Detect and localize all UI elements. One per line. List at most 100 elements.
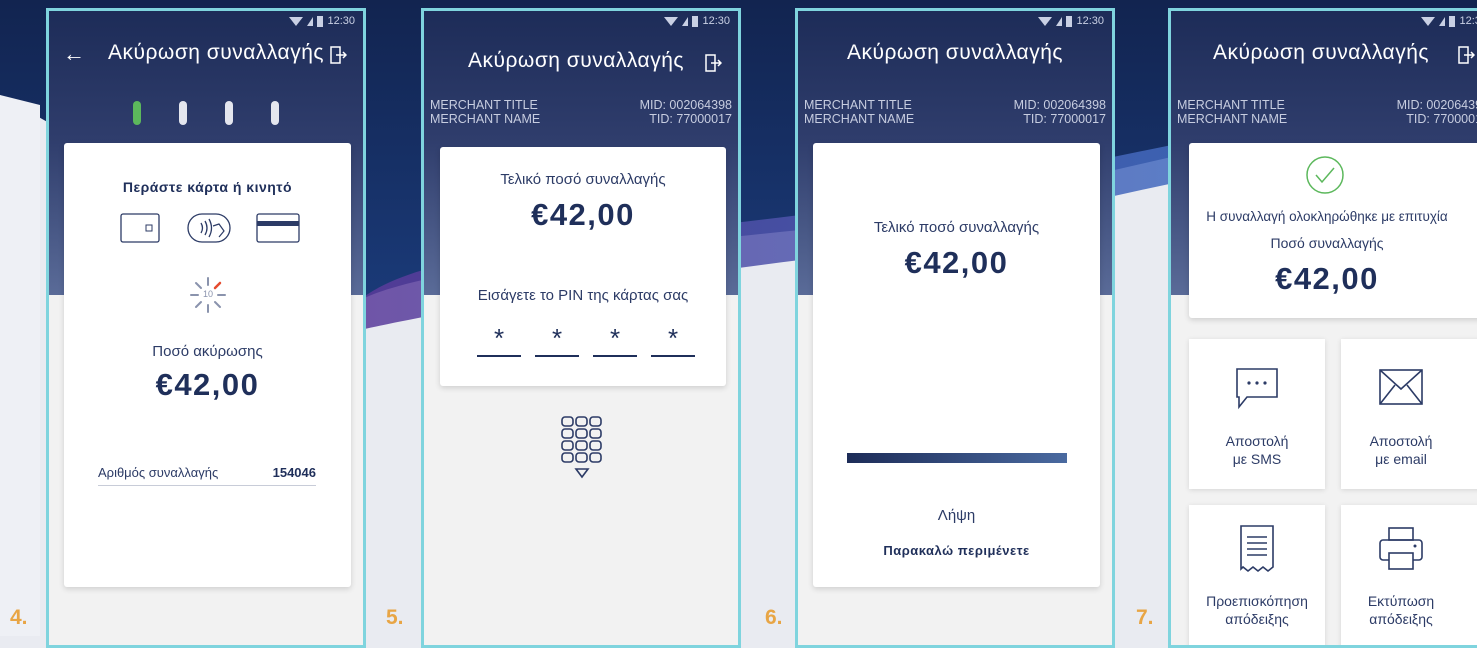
keypad-icon[interactable] <box>560 415 604 485</box>
exit-icon[interactable] <box>329 45 347 65</box>
progress-track <box>847 453 1067 463</box>
step-indicator <box>133 101 279 125</box>
merchant-mid: MID: 002064398 <box>639 98 732 112</box>
txn-value: 154046 <box>272 465 316 480</box>
merchant-tid: TID: 77000017 <box>1023 112 1106 126</box>
step-dot-active <box>133 101 141 125</box>
send-sms-button[interactable]: Αποστολή με SMS <box>1189 339 1325 489</box>
wifi-icon <box>664 16 679 26</box>
receipt-icon <box>1240 525 1274 573</box>
phone-screen-success: 12:30 Ακύρωση συναλλαγής MERCHANT TITLE … <box>1168 8 1477 648</box>
step-dot <box>271 101 279 125</box>
screen-title: Ακύρωση συναλλαγής <box>467 49 685 72</box>
screen-title: Ακύρωση συναλλαγής <box>1212 41 1430 64</box>
print-label-2: απόδειξης <box>1369 611 1433 627</box>
step-dot <box>225 101 233 125</box>
merchant-tid: TID: 77000017 <box>1406 112 1477 126</box>
success-message: Η συναλλαγή ολοκληρώθηκε με επιτυχία <box>1206 209 1448 224</box>
sms-icon <box>1236 368 1278 410</box>
amount-label: Ποσό ακύρωσης <box>152 343 263 360</box>
battery-icon <box>1449 15 1456 27</box>
merchant-mid: MID: 002064398 <box>1013 98 1106 112</box>
receive-label: Λήψη <box>937 507 976 524</box>
preview-label-2: απόδειξης <box>1225 611 1289 627</box>
countdown-value: 10 <box>202 289 213 299</box>
preview-receipt-button[interactable]: Προεπισκόπηση απόδειξης <box>1189 505 1325 645</box>
status-bar: 12:30 <box>289 15 355 27</box>
txn-label: Αριθμός συναλλαγής <box>98 465 219 480</box>
final-amount-value: €42,00 <box>531 197 635 232</box>
final-amount-label: Τελικό ποσό συναλλαγής <box>500 171 666 188</box>
printer-icon <box>1379 527 1423 570</box>
txn-row: Αριθμός συναλλαγής 154046 <box>98 463 316 486</box>
status-time: 12:30 <box>1459 15 1477 27</box>
pin-prompt: Εισάγετε το PIN της κάρτας σας <box>477 287 689 304</box>
merchant-tid: TID: 77000017 <box>649 112 732 126</box>
sms-label-2: με SMS <box>1232 451 1282 467</box>
pin-digit: * <box>477 323 521 357</box>
status-bar: 12:30 <box>664 15 730 27</box>
pin-digit: * <box>535 323 579 357</box>
pin-input[interactable]: * * * * <box>477 323 695 357</box>
pin-digit: * <box>593 323 637 357</box>
battery-icon <box>317 15 324 27</box>
amount-value: €42,00 <box>155 367 260 402</box>
card-stripe-icon <box>256 213 300 243</box>
merchant-mid: MID: 002064398 <box>1396 98 1477 112</box>
phone-screen-card-entry: 12:30 ← Ακύρωση συναλλαγής Περάστε κάρτα… <box>46 8 366 648</box>
send-email-button[interactable]: Αποστολή με email <box>1341 339 1477 489</box>
status-time: 12:30 <box>1076 15 1104 27</box>
pin-card: Τελικό ποσό συναλλαγής €42,00 Εισάγετε τ… <box>440 147 726 386</box>
exit-icon[interactable] <box>1457 45 1475 65</box>
amount-label: Ποσό συναλλαγής <box>1270 235 1384 251</box>
screen-title: Ακύρωση συναλλαγής <box>107 41 325 64</box>
final-amount-label: Τελικό ποσό συναλλαγής <box>873 219 1040 236</box>
exit-icon[interactable] <box>704 53 722 73</box>
status-time: 12:30 <box>327 15 355 27</box>
amount-value: €42,00 <box>1275 261 1379 296</box>
wifi-icon <box>1421 16 1436 26</box>
signal-icon <box>307 16 314 26</box>
merchant-title: MERCHANT TITLE <box>804 98 912 112</box>
email-label-2: με email <box>1375 451 1427 467</box>
step-number-4: 4. <box>10 606 28 629</box>
step-number-7: 7. <box>1136 606 1154 629</box>
signal-icon <box>1056 16 1063 26</box>
pin-digit: * <box>651 323 695 357</box>
status-time: 12:30 <box>702 15 730 27</box>
signal-icon <box>682 16 689 26</box>
wifi-icon <box>1038 16 1053 26</box>
phone-screen-pin-entry: 12:30 Ακύρωση συναλλαγής MERCHANT TITLE … <box>421 8 741 648</box>
status-bar: 12:30 <box>1038 15 1104 27</box>
merchant-name: MERCHANT NAME <box>1177 112 1288 126</box>
processing-card: Τελικό ποσό συναλλαγής €42,00 Λήψη Παρακ… <box>813 143 1100 587</box>
print-label-1: Εκτύπωση <box>1367 593 1435 609</box>
step-dot <box>179 101 187 125</box>
preview-label-1: Προεπισκόπηση <box>1206 593 1308 609</box>
status-bar: 12:30 <box>1421 15 1477 27</box>
merchant-title: MERCHANT TITLE <box>430 98 538 112</box>
success-card: Η συναλλαγή ολοκληρώθηκε με επιτυχία Ποσ… <box>1189 143 1477 318</box>
final-amount-value: €42,00 <box>904 245 1009 280</box>
progress-fill <box>847 453 1067 463</box>
step-number-5: 5. <box>386 606 404 629</box>
merchant-name: MERCHANT NAME <box>430 112 541 126</box>
screen-title: Ακύρωση συναλλαγής <box>846 41 1064 64</box>
merchant-name: MERCHANT NAME <box>804 112 915 126</box>
print-receipt-button[interactable]: Εκτύπωση απόδειξης <box>1341 505 1477 645</box>
wifi-icon <box>289 16 304 26</box>
battery-icon <box>1066 15 1073 27</box>
email-icon <box>1379 369 1423 405</box>
battery-icon <box>692 15 699 27</box>
wait-label: Παρακαλώ περιμένετε <box>883 543 1030 558</box>
contactless-icon <box>187 213 231 243</box>
phone-screen-processing: 12:30 Ακύρωση συναλλαγής MERCHANT TITLE … <box>795 8 1115 648</box>
merchant-title: MERCHANT TITLE <box>1177 98 1285 112</box>
email-label-1: Αποστολή <box>1369 433 1433 449</box>
sms-label-1: Αποστολή <box>1225 433 1289 449</box>
step-number-6: 6. <box>765 606 783 629</box>
payment-card: Περάστε κάρτα ή κινητό 10 Ποσό ακύρωσης … <box>64 143 351 587</box>
card-prompt: Περάστε κάρτα ή κινητό <box>122 179 293 195</box>
success-check-icon <box>1306 156 1344 194</box>
signal-icon <box>1439 16 1446 26</box>
